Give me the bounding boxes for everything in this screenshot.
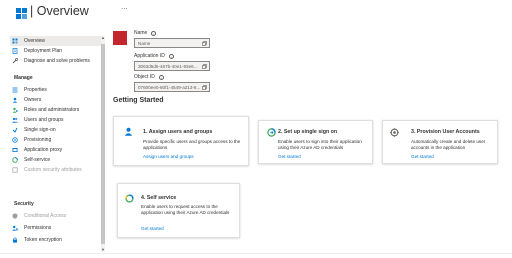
sidebar-item-deployment-plan[interactable]: Deployment Plan — [12, 46, 100, 56]
section-heading-manage: Manage — [14, 75, 33, 81]
card-description: Provide specific users and groups access… — [143, 139, 241, 150]
card-description: Automatically create and delete user acc… — [411, 139, 486, 150]
sidebar-item-single-sign-on[interactable]: Single sign-on — [12, 125, 100, 135]
name-field[interactable]: Name — [134, 38, 210, 48]
sidebar-scrollbar-thumb[interactable] — [101, 44, 105, 244]
sidebar-item-label: Users and groups — [24, 117, 64, 123]
proxy-icon — [12, 147, 18, 153]
info-icon[interactable]: i — [158, 74, 164, 80]
properties-icon — [12, 87, 18, 93]
sidebar-item-custom-security-attributes[interactable]: Custom security attributes — [12, 165, 100, 175]
card-title: 2. Set up single sign on — [278, 129, 338, 135]
single-sign-on-icon — [267, 128, 276, 137]
assign-users-icon — [124, 127, 133, 136]
sidebar-item-label: Permissions — [24, 225, 52, 231]
sidebar-item-label: Conditional Access — [24, 213, 67, 219]
document-icon — [12, 48, 18, 54]
info-icon[interactable]: i — [151, 30, 157, 36]
attributes-icon — [12, 167, 18, 173]
divider — [0, 253, 512, 254]
sidebar-item-label: Overview — [24, 38, 45, 44]
sidebar-item-label: Single sign-on — [24, 127, 56, 133]
token-icon — [12, 237, 18, 243]
card-assign-users[interactable]: 1. Assign users and groups Provide speci… — [113, 116, 249, 166]
sidebar-item-owners[interactable]: Owners — [12, 95, 100, 105]
sidebar-scrollbar[interactable]: ▲ ▼ — [101, 36, 105, 252]
self-service-icon — [125, 194, 134, 203]
sidebar-item-label: Properties — [24, 87, 47, 93]
card-self-service[interactable]: 4. Self service Enable users to request … — [117, 183, 240, 238]
sidebar-item-token-encryption[interactable]: Token encryption — [12, 235, 100, 245]
sidebar-item-conditional-access[interactable]: Conditional Access — [12, 211, 100, 221]
sidebar: Overview Deployment Plan Diagnose and so… — [0, 32, 106, 258]
get-started-link[interactable]: Get started — [141, 226, 164, 231]
more-options-button[interactable]: ... — [121, 2, 128, 11]
sidebar-item-diagnose[interactable]: Diagnose and solve problems — [12, 56, 100, 66]
sidebar-item-permissions[interactable]: Permissions — [12, 223, 100, 233]
sidebar-item-self-service[interactable]: Self-service — [12, 155, 100, 165]
card-title: 1. Assign users and groups — [143, 129, 213, 135]
copy-icon[interactable] — [202, 64, 207, 69]
card-single-sign-on[interactable]: 2. Set up single sign on Enable users to… — [258, 120, 373, 164]
name-label: Name i — [134, 30, 157, 36]
sidebar-item-label: Diagnose and solve problems — [24, 58, 90, 64]
sidebar-item-label: Custom security attributes — [24, 167, 82, 173]
object-id-label: Object ID i — [134, 74, 164, 80]
copy-icon[interactable] — [202, 85, 207, 90]
conditional-access-icon — [12, 213, 18, 219]
sidebar-item-provisioning[interactable]: Provisioning — [12, 135, 100, 145]
copy-icon[interactable] — [202, 41, 207, 46]
card-title: 3. Provision User Accounts — [411, 129, 480, 135]
application-id-field[interactable]: 3063d5d5-487b-40e1-93e6... — [134, 61, 210, 71]
self-service-icon — [12, 157, 18, 163]
get-started-link[interactable]: Get started — [278, 154, 301, 159]
sidebar-item-label: Roles and administrators — [24, 107, 80, 113]
info-icon[interactable]: i — [168, 53, 174, 59]
permissions-icon — [12, 225, 18, 231]
sidebar-item-label: Token encryption — [24, 237, 62, 243]
sidebar-item-overview[interactable]: Overview — [10, 36, 102, 46]
users-icon — [12, 117, 18, 123]
app-grid-icon — [16, 8, 27, 19]
roles-icon — [12, 107, 18, 113]
provision-icon — [390, 128, 399, 137]
sidebar-item-label: Application proxy — [24, 147, 63, 153]
card-provision-accounts[interactable]: 3. Provision User Accounts Automatically… — [382, 120, 498, 164]
avatar — [113, 31, 127, 45]
sidebar-item-users-groups[interactable]: Users and groups — [12, 115, 100, 125]
assign-users-link[interactable]: Assign users and groups — [143, 154, 194, 159]
sidebar-item-roles[interactable]: Roles and administrators — [12, 105, 100, 115]
sidebar-item-label: Self-service — [24, 157, 51, 163]
card-description: Enable users to request access to the ap… — [141, 204, 230, 215]
sidebar-item-application-proxy[interactable]: Application proxy — [12, 145, 100, 155]
provisioning-icon — [12, 137, 18, 143]
card-description: Enable users to sign into their applicat… — [278, 139, 362, 150]
page-title: | Overview — [30, 4, 89, 18]
sidebar-item-label: Deployment Plan — [24, 48, 63, 54]
get-started-link[interactable]: Get started — [411, 154, 434, 159]
sso-icon — [12, 127, 18, 133]
scroll-up-arrow-icon[interactable]: ▲ — [101, 36, 105, 40]
wrench-icon — [12, 58, 18, 64]
page-header: | Overview ... — [0, 0, 512, 30]
card-title: 4. Self service — [141, 195, 177, 201]
scroll-down-arrow-icon[interactable]: ▼ — [101, 248, 105, 252]
object-id-field[interactable]: 07600ee0-80f1-4549-a213-8... — [134, 82, 210, 92]
sidebar-item-label: Owners — [24, 97, 42, 103]
application-id-label: Application ID i — [134, 53, 174, 59]
getting-started-heading: Getting Started — [113, 97, 164, 104]
sidebar-item-label: Provisioning — [24, 137, 52, 143]
sidebar-item-properties[interactable]: Properties — [12, 85, 100, 95]
overview-icon — [12, 38, 18, 44]
owners-icon — [12, 97, 18, 103]
section-heading-security: Security — [14, 201, 34, 207]
